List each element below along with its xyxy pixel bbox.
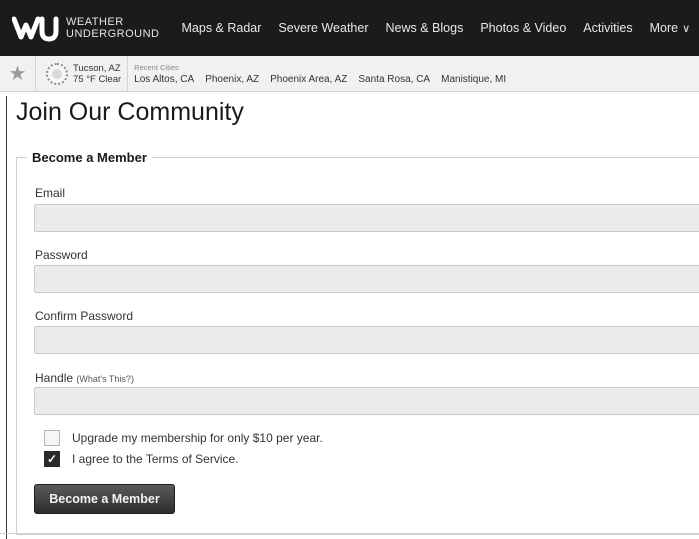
terms-checkbox[interactable]: ✓: [44, 451, 60, 467]
handle-field[interactable]: [34, 387, 699, 415]
bottom-divider: [0, 533, 699, 534]
handle-help-link[interactable]: (What's This?): [76, 374, 134, 384]
nav-activities[interactable]: Activities: [583, 21, 632, 35]
page-left-border: [6, 96, 7, 539]
confirm-password-field[interactable]: [34, 326, 699, 354]
recent-city-link[interactable]: Santa Rosa, CA: [358, 74, 430, 85]
logo-wordmark: WEATHER UNDERGROUND: [66, 16, 160, 40]
upgrade-checkbox[interactable]: [44, 430, 60, 446]
recent-cities-label: Recent Cities: [134, 62, 179, 72]
checkmark-icon: ✓: [46, 452, 58, 466]
logo-line-2: UNDERGROUND: [66, 28, 160, 40]
become-member-button[interactable]: Become a Member: [34, 484, 175, 514]
email-field[interactable]: [34, 204, 699, 232]
nav-more-label: More: [649, 21, 679, 35]
terms-row: ✓ I agree to the Terms of Service.: [44, 451, 239, 467]
confirm-password-label: Confirm Password: [35, 309, 134, 323]
form-legend: Become a Member: [32, 150, 147, 165]
page-title: Join Our Community: [16, 98, 244, 126]
password-label: Password: [35, 248, 88, 262]
handle-label: Handle: [35, 371, 74, 385]
recent-cities: Recent Cities Los Altos, CA Phoenix, AZ …: [128, 56, 517, 92]
chevron-down-icon: ∨: [682, 22, 691, 35]
nav-news-blogs[interactable]: News & Blogs: [386, 21, 464, 35]
current-city: Tucson, AZ: [73, 62, 121, 74]
terms-label: I agree to the Terms of Service.: [72, 452, 239, 466]
recent-city-link[interactable]: Los Altos, CA: [134, 74, 194, 85]
current-temp: 75 °F Clear: [73, 73, 122, 85]
upgrade-label: Upgrade my membership for only $10 per y…: [72, 431, 323, 445]
recent-city-link[interactable]: Phoenix, AZ: [205, 74, 259, 85]
top-navigation: WEATHER UNDERGROUND Maps & Radar Severe …: [0, 0, 699, 56]
logo-line-1: WEATHER: [66, 16, 124, 28]
handle-label-group: Handle (What's This?): [35, 371, 134, 385]
password-field[interactable]: [34, 265, 699, 293]
site-logo[interactable]: WEATHER UNDERGROUND: [12, 0, 160, 56]
recent-cities-list: Los Altos, CA Phoenix, AZ Phoenix Area, …: [134, 74, 517, 85]
main-nav: Maps & Radar Severe Weather News & Blogs…: [182, 0, 699, 56]
location-bar: ★ Tucson, AZ 75 °F Clear Recent Cities L…: [0, 55, 699, 92]
recent-city-link[interactable]: Phoenix Area, AZ: [270, 74, 347, 85]
recent-city-link[interactable]: Manistique, MI: [441, 74, 506, 85]
sun-icon: [46, 62, 68, 85]
current-conditions: Tucson, AZ 75 °F Clear: [73, 63, 121, 85]
star-icon[interactable]: ★: [0, 55, 36, 92]
upgrade-row: Upgrade my membership for only $10 per y…: [44, 430, 323, 446]
email-label: Email: [35, 186, 66, 200]
nav-photos-video[interactable]: Photos & Video: [480, 21, 566, 35]
weather-underground-logo-icon: [12, 16, 59, 42]
nav-severe-weather[interactable]: Severe Weather: [278, 21, 368, 35]
nav-more[interactable]: More ∨: [650, 21, 691, 35]
nav-maps-radar[interactable]: Maps & Radar: [182, 21, 262, 35]
current-location[interactable]: Tucson, AZ 75 °F Clear: [36, 55, 129, 92]
